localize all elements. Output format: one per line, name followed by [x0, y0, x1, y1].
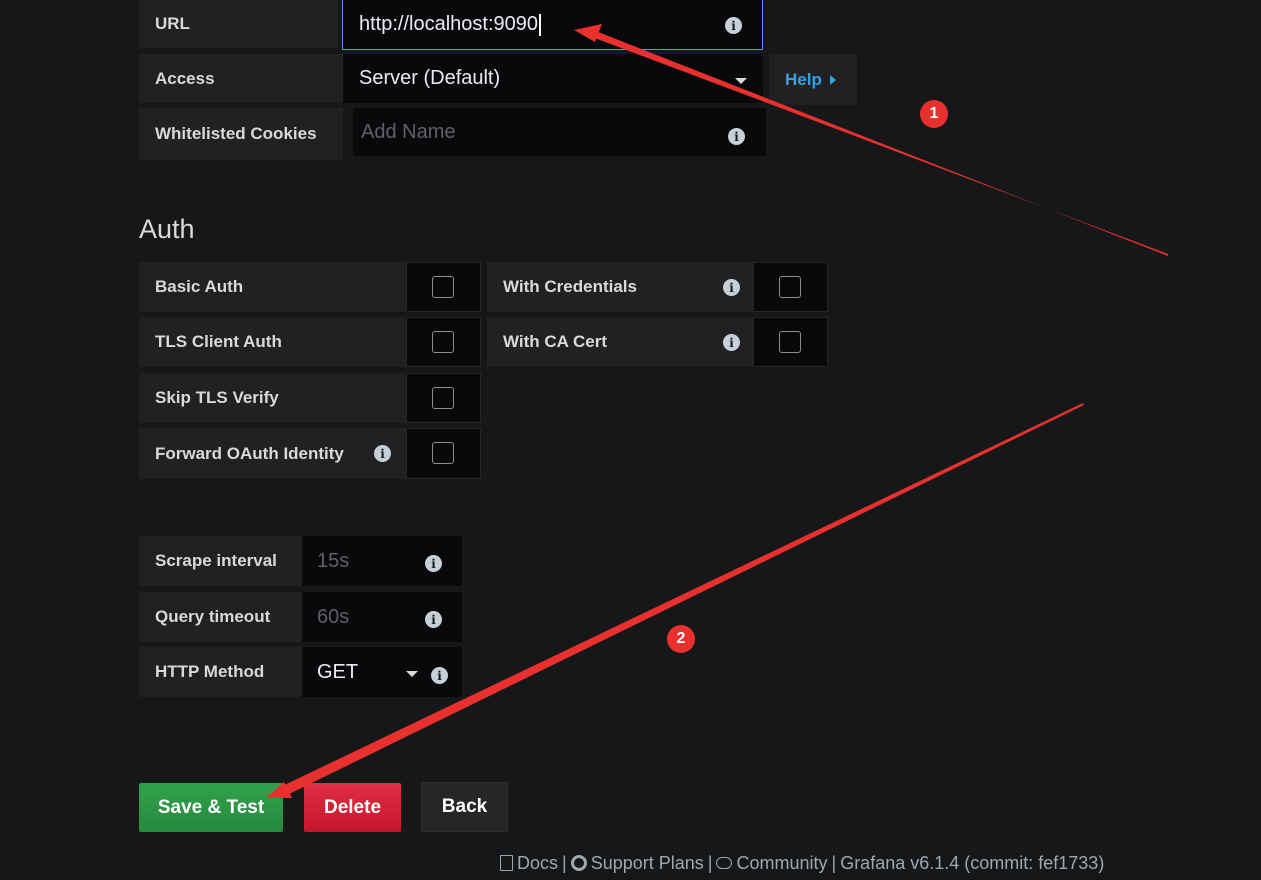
annotation-arrowhead-1 [574, 24, 602, 42]
annotation-arrow-1 [588, 28, 1168, 256]
annotation-overlay [266, 24, 1168, 798]
annotation-arrow-2 [276, 403, 1084, 798]
annotation-marker-1: 1 [920, 100, 948, 128]
annotation-marker-2: 2 [667, 625, 695, 653]
